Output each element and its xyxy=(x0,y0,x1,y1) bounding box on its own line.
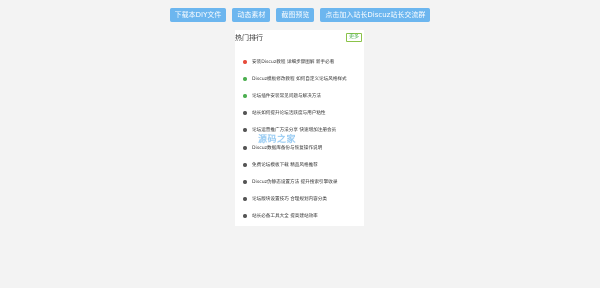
list-item[interactable]: 论坛插件安装常见问题与解决方法 xyxy=(243,87,361,104)
bullet-icon xyxy=(243,197,247,202)
panel-title-text: 热门排行 xyxy=(235,34,263,42)
top-toolbar: 下载本DIY文件 动态素材 截图预览 点击加入站长Discuz站长交流群 xyxy=(0,8,600,22)
bullet-icon xyxy=(243,93,247,98)
list-item-link[interactable]: Discuz伪静态设置方法 提升搜索引擎收录 xyxy=(252,179,337,185)
list-item-link[interactable]: 免费论坛模板下载 精品风格推荐 xyxy=(252,162,318,168)
dynamic-material-button[interactable]: 动态素材 xyxy=(232,8,271,22)
list-item[interactable]: Discuz模板修改教程 如何自定义论坛风格样式 xyxy=(243,70,361,87)
list-item-link[interactable]: Discuz数据库备份与恢复操作说明 xyxy=(252,145,322,151)
hot-ranking-panel: 热门排行 更多 安装Discuz教程 详细步骤图解 新手必看 Discuz模板修改… xyxy=(235,30,364,226)
list-item-link[interactable]: 论坛版块设置技巧 合理规划内容分类 xyxy=(252,196,327,202)
panel-header: 热门排行 更多 xyxy=(235,30,364,46)
list-item-link[interactable]: 站长如何提升论坛活跃度与用户粘性 xyxy=(252,110,326,116)
list-item-link[interactable]: Discuz模板修改教程 如何自定义论坛风格样式 xyxy=(252,76,347,82)
bullet-icon xyxy=(243,128,247,133)
bullet-icon xyxy=(243,162,247,167)
watermark-logo: 源码之家 xyxy=(258,135,297,145)
join-group-button[interactable]: 点击加入站长Discuz站长交流群 xyxy=(320,8,431,22)
list-item[interactable]: 论坛版块设置技巧 合理规划内容分类 xyxy=(243,191,361,208)
list-item[interactable]: 免费论坛模板下载 精品风格推荐 xyxy=(243,156,361,173)
bullet-icon xyxy=(243,111,247,116)
list-item[interactable]: Discuz伪静态设置方法 提升搜索引擎收录 xyxy=(243,173,361,190)
list-item[interactable]: 站长必备工具大全 提高建站效率 xyxy=(243,208,361,225)
bullet-icon xyxy=(243,59,247,64)
bullet-icon xyxy=(243,179,247,184)
list-item[interactable]: 站长如何提升论坛活跃度与用户粘性 xyxy=(243,105,361,122)
list-item[interactable]: 安装Discuz教程 详细步骤图解 新手必看 xyxy=(243,53,361,70)
list-item-link[interactable]: 论坛插件安装常见问题与解决方法 xyxy=(252,93,321,99)
more-link[interactable]: 更多 xyxy=(345,33,362,42)
bullet-icon xyxy=(243,76,247,81)
list-item-link[interactable]: 站长必备工具大全 提高建站效率 xyxy=(252,213,318,219)
bullet-icon xyxy=(243,214,247,219)
screenshot-preview-button[interactable]: 截图预览 xyxy=(276,8,315,22)
list-item-link[interactable]: 安装Discuz教程 详细步骤图解 新手必看 xyxy=(252,59,334,65)
download-diy-button[interactable]: 下载本DIY文件 xyxy=(169,8,227,22)
bullet-icon xyxy=(243,145,247,150)
panel-title: 热门排行 xyxy=(235,33,263,43)
